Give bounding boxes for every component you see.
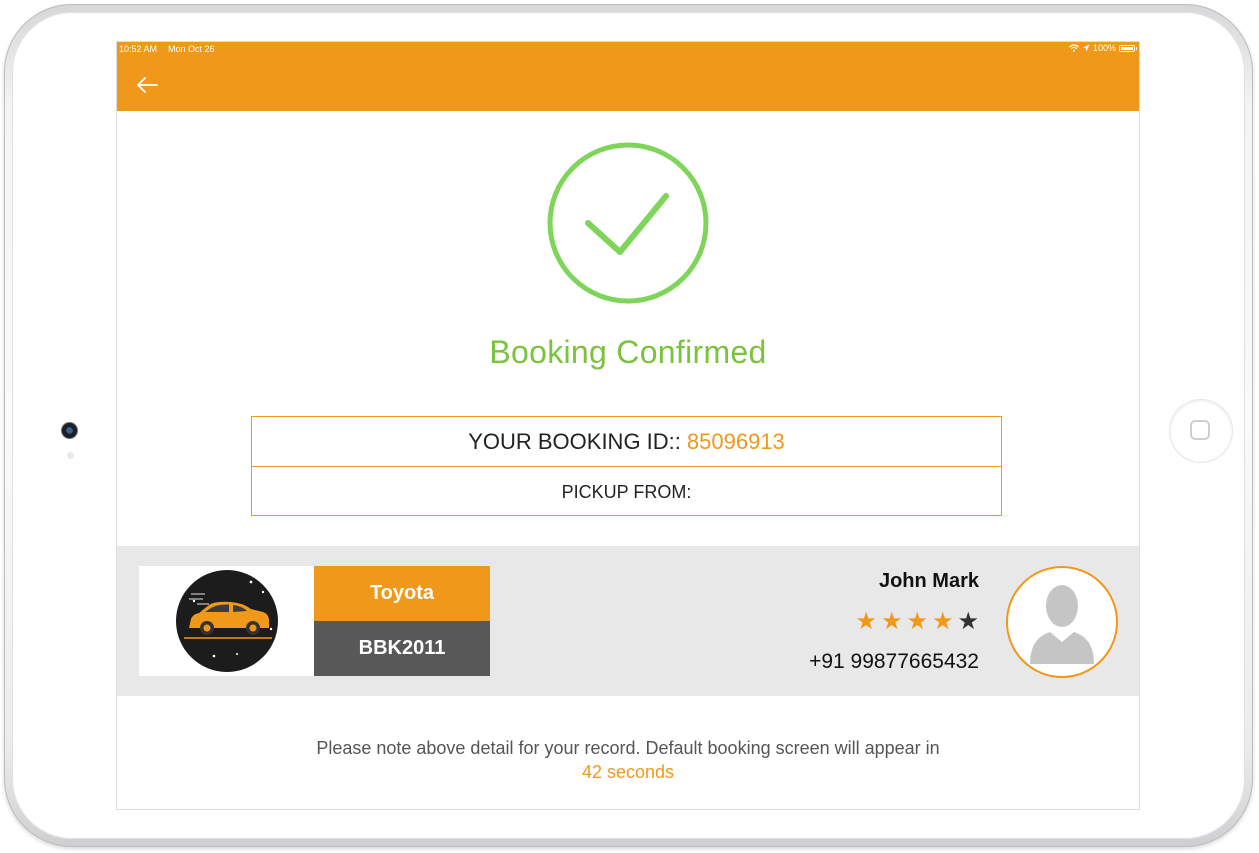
back-arrow-icon[interactable] (135, 75, 159, 95)
top-app-bar: 10:52 AM Mon Oct 26 100% (117, 42, 1139, 111)
user-silhouette-icon (1030, 585, 1094, 664)
location-arrow-icon (1082, 44, 1090, 52)
car-icon (176, 570, 278, 672)
wifi-icon (1069, 44, 1079, 52)
booking-details-box: YOUR BOOKING ID:: 85096913 PICKUP FROM: (251, 416, 1002, 516)
booking-id-row: YOUR BOOKING ID:: 85096913 (252, 417, 1001, 467)
booking-id-label: YOUR BOOKING ID:: (468, 428, 681, 454)
footer-note: Please note above detail for your record… (117, 736, 1139, 784)
success-check-icon (547, 142, 709, 304)
car-brand-label: Toyota (314, 566, 490, 621)
driver-name: John Mark (878, 570, 979, 592)
star-filled-icon: ★ (931, 608, 954, 635)
status-date: Mon Oct 26 (168, 44, 215, 54)
status-time: 10:52 AM (119, 44, 158, 54)
countdown-text: 42 seconds (581, 762, 675, 782)
home-button[interactable] (1169, 399, 1233, 463)
star-filled-icon: ★ (906, 608, 928, 635)
footer-note-text: Please note above detail for your record… (316, 738, 940, 758)
booking-id-value: 85096913 (686, 428, 785, 454)
star-filled-icon: ★ (880, 608, 903, 635)
star-filled-icon: ★ (855, 608, 877, 635)
pickup-row: PICKUP FROM: (252, 467, 1001, 517)
star-empty-icon: ★ (957, 608, 979, 635)
driver-rating: ★ ★ ★ ★ ★ (855, 610, 979, 634)
app-screen: 10:52 AM Mon Oct 26 100% Booking Confirm… (117, 42, 1139, 809)
battery-percent: 100% (1092, 43, 1116, 53)
booking-confirmed-title: Booking Confirmed (489, 334, 767, 370)
car-thumbnail (139, 566, 314, 676)
car-plate-label: BBK2011 (314, 621, 490, 676)
driver-phone[interactable]: +91 99877665432 (809, 650, 979, 674)
ambient-sensor (67, 452, 74, 459)
front-camera (61, 422, 78, 439)
pickup-label: PICKUP FROM: (561, 481, 692, 502)
battery-icon (1119, 44, 1137, 52)
driver-avatar (1006, 566, 1118, 678)
driver-info-strip: Toyota BBK2011 John Mark ★ ★ ★ ★ ★ +91 99877… (117, 546, 1139, 696)
status-indicators: 100% (1069, 43, 1137, 53)
